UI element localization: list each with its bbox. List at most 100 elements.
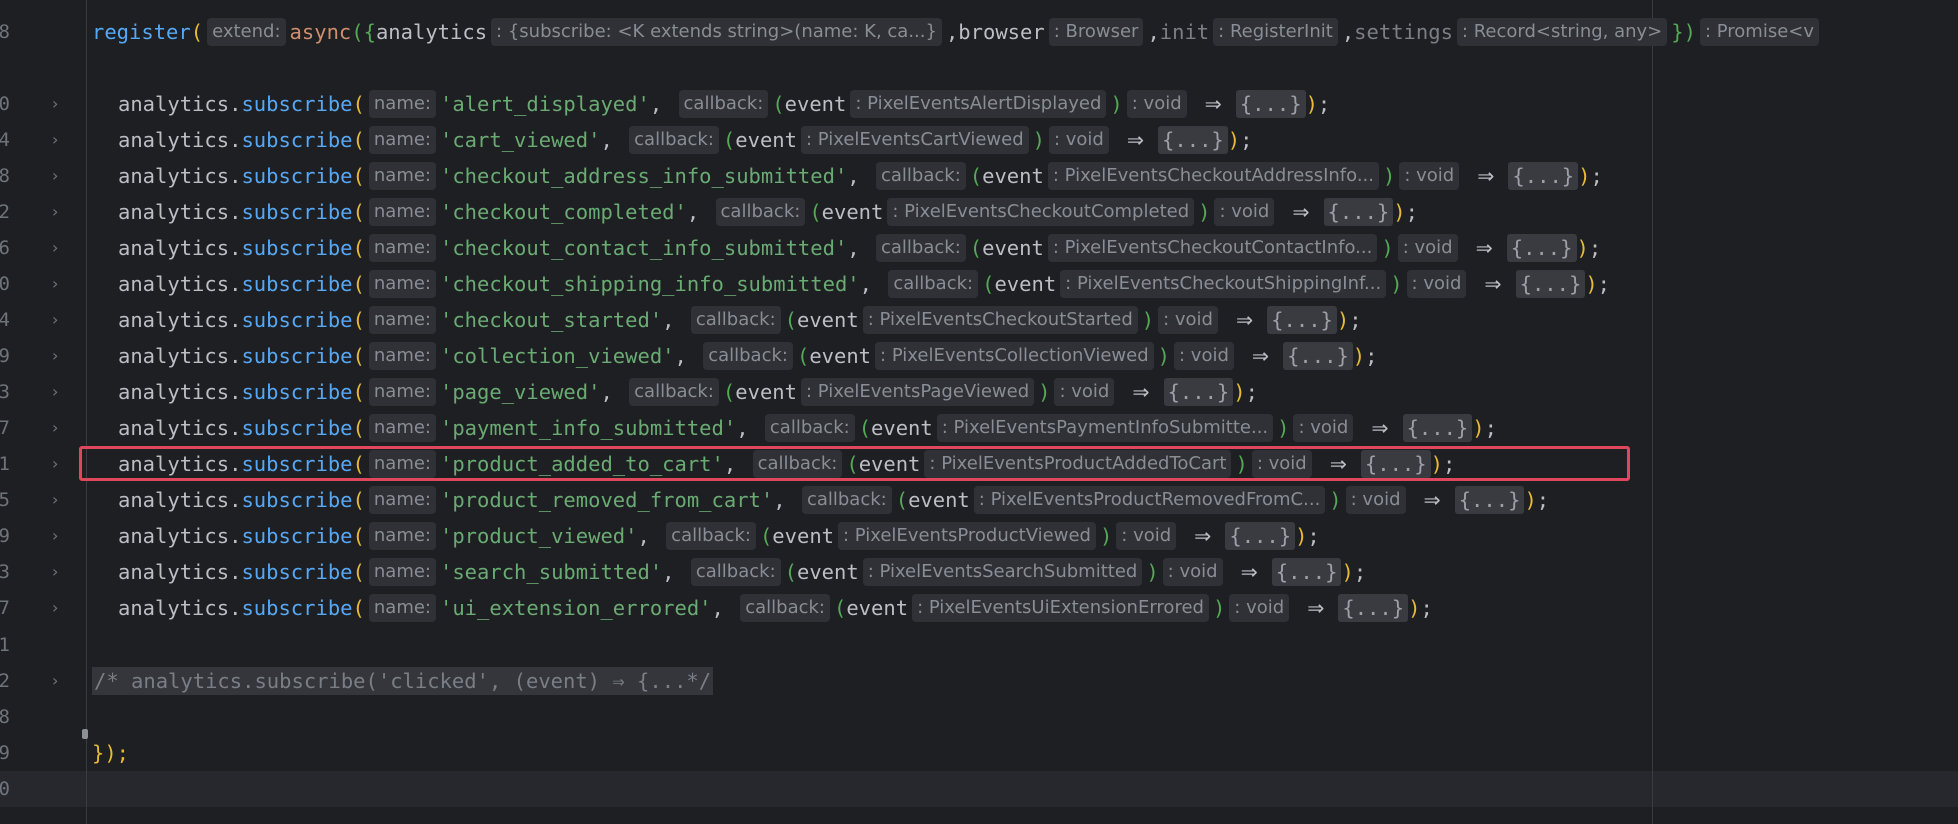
fold-chevron-icon[interactable]: ›: [52, 456, 66, 472]
subscribe-method[interactable]: subscribe: [241, 308, 352, 332]
subscribe-method[interactable]: subscribe: [241, 128, 352, 152]
code-line-blank[interactable]: 8: [0, 699, 1958, 735]
code-text[interactable]: register(extend: async ({analytics: {subs…: [92, 18, 1823, 46]
fold-chevron-icon[interactable]: ›: [52, 312, 66, 328]
function-name[interactable]: register: [92, 20, 191, 44]
analytics-object[interactable]: analytics: [118, 92, 229, 116]
event-name-string[interactable]: 'checkout_shipping_info_submitted': [440, 272, 860, 296]
code-text[interactable]: analytics. subscribe(name:'checkout_addre…: [118, 162, 1603, 190]
code-line-blank[interactable]: 1: [0, 627, 1958, 663]
code-line-subscribe[interactable]: 3 › analytics. subscribe(name:'page_viewed'…: [0, 374, 1958, 410]
code-line-subscribe[interactable]: 0 › analytics. subscribe(name:'alert_displa…: [0, 86, 1958, 122]
code-text[interactable]: analytics. subscribe(name:'checkout_start…: [118, 306, 1362, 334]
folded-body[interactable]: {...}: [1323, 198, 1394, 226]
folded-body[interactable]: {...}: [1283, 342, 1353, 370]
code-line-subscribe[interactable]: 2 › analytics. subscribe(name:'checkout_com…: [0, 194, 1958, 230]
code-line-comment[interactable]: 2 › /* analytics.subscribe('clicked', (e…: [0, 663, 1958, 699]
event-param[interactable]: event: [797, 560, 859, 584]
subscribe-method[interactable]: subscribe: [241, 452, 352, 476]
event-name-string[interactable]: 'product_added_to_cart': [440, 452, 724, 476]
code-line-subscribe[interactable]: 3 › analytics. subscribe(name:'search_submi…: [0, 554, 1958, 590]
event-param[interactable]: event: [772, 524, 834, 548]
folded-body[interactable]: {...}: [1506, 234, 1577, 262]
subscribe-method[interactable]: subscribe: [241, 596, 352, 620]
event-name-string[interactable]: 'page_viewed': [440, 380, 600, 404]
analytics-object[interactable]: analytics: [118, 128, 229, 152]
code-text[interactable]: analytics. subscribe(name:'checkout_compl…: [118, 198, 1418, 226]
folded-body[interactable]: {...}: [1515, 270, 1586, 298]
fold-chevron-icon[interactable]: ›: [52, 348, 66, 364]
code-line-subscribe[interactable]: 9 › analytics. subscribe(name:'product_view…: [0, 518, 1958, 554]
analytics-object[interactable]: analytics: [118, 272, 229, 296]
code-line-current[interactable]: 0: [0, 771, 1958, 807]
subscribe-method[interactable]: subscribe: [241, 164, 352, 188]
event-param[interactable]: event: [809, 344, 871, 368]
subscribe-method[interactable]: subscribe: [241, 92, 352, 116]
folded-body[interactable]: {...}: [1338, 594, 1409, 622]
fold-chevron-icon[interactable]: ›: [52, 240, 66, 256]
folded-body[interactable]: {...}: [1402, 414, 1473, 442]
event-name-string[interactable]: 'payment_info_submitted': [440, 416, 736, 440]
folded-body[interactable]: {...}: [1360, 450, 1431, 478]
code-text[interactable]: analytics. subscribe(name:'search_submitt…: [118, 558, 1366, 586]
event-param[interactable]: event: [982, 236, 1044, 260]
code-text[interactable]: analytics. subscribe(name:'product_viewed…: [118, 522, 1320, 550]
event-name-string[interactable]: 'cart_viewed': [440, 128, 600, 152]
param-analytics[interactable]: analytics: [376, 20, 487, 44]
analytics-object[interactable]: analytics: [118, 380, 229, 404]
folded-body[interactable]: {...}: [1163, 378, 1234, 406]
code-text[interactable]: analytics. subscribe(name:'checkout_conta…: [118, 234, 1601, 262]
subscribe-method[interactable]: subscribe: [241, 488, 352, 512]
event-param[interactable]: event: [908, 488, 970, 512]
event-name-string[interactable]: 'checkout_contact_info_submitted': [440, 236, 847, 260]
fold-chevron-icon[interactable]: ›: [52, 528, 66, 544]
fold-chevron-icon[interactable]: ›: [52, 132, 66, 148]
subscribe-method[interactable]: subscribe: [241, 236, 352, 260]
event-param[interactable]: event: [871, 416, 933, 440]
event-param[interactable]: event: [859, 452, 921, 476]
folded-body[interactable]: {...}: [1235, 90, 1306, 118]
code-line-subscribe[interactable]: 6 › analytics. subscribe(name:'checkout_con…: [0, 230, 1958, 266]
code-text[interactable]: analytics. subscribe(name:'ui_extension_e…: [118, 594, 1433, 622]
fold-chevron-icon[interactable]: ›: [52, 276, 66, 292]
code-text[interactable]: analytics. subscribe(name:'product_added_…: [118, 450, 1455, 478]
code-line-subscribe[interactable]: 4 › analytics. subscribe(name:'checkout_sta…: [0, 302, 1958, 338]
analytics-object[interactable]: analytics: [118, 344, 229, 368]
fold-chevron-icon[interactable]: ›: [52, 420, 66, 436]
subscribe-method[interactable]: subscribe: [241, 560, 352, 584]
fold-chevron-icon[interactable]: ›: [52, 384, 66, 400]
code-line-subscribe[interactable]: 9 › analytics. subscribe(name:'collection_v…: [0, 338, 1958, 374]
event-name-string[interactable]: 'ui_extension_errored': [440, 596, 712, 620]
event-param[interactable]: event: [982, 164, 1044, 188]
param-browser[interactable]: browser: [958, 20, 1044, 44]
folded-comment[interactable]: /* analytics.subscribe('clicked', (event…: [92, 667, 714, 695]
fold-chevron-icon[interactable]: ›: [52, 204, 66, 220]
event-name-string[interactable]: 'checkout_address_info_submitted': [440, 164, 847, 188]
subscribe-method[interactable]: subscribe: [241, 524, 352, 548]
param-settings[interactable]: settings: [1354, 20, 1453, 44]
subscribe-method[interactable]: subscribe: [241, 200, 352, 224]
subscribe-method[interactable]: subscribe: [241, 416, 352, 440]
code-line-subscribe[interactable]: 7 › analytics. subscribe(name:'payment_info…: [0, 410, 1958, 446]
subscribe-method[interactable]: subscribe: [241, 344, 352, 368]
folded-body[interactable]: {...}: [1454, 486, 1525, 514]
analytics-object[interactable]: analytics: [118, 596, 229, 620]
fold-chevron-icon[interactable]: ›: [52, 168, 66, 184]
code-text[interactable]: analytics. subscribe(name:'collection_vie…: [118, 342, 1377, 370]
event-name-string[interactable]: 'product_viewed': [440, 524, 637, 548]
code-text[interactable]: });: [92, 741, 129, 765]
code-text[interactable]: analytics. subscribe(name:'checkout_shipp…: [118, 270, 1610, 298]
code-text[interactable]: analytics. subscribe(name:'cart_viewed', …: [118, 126, 1252, 154]
code-line-subscribe[interactable]: 7 › analytics. subscribe(name:'ui_extension…: [0, 590, 1958, 626]
code-line-subscribe[interactable]: 0 › analytics. subscribe(name:'checkout_shi…: [0, 266, 1958, 302]
analytics-object[interactable]: analytics: [118, 452, 229, 476]
event-param[interactable]: event: [822, 200, 884, 224]
fold-chevron-icon[interactable]: ›: [52, 600, 66, 616]
analytics-object[interactable]: analytics: [118, 488, 229, 512]
event-param[interactable]: event: [846, 596, 908, 620]
event-name-string[interactable]: 'search_submitted': [440, 560, 662, 584]
event-param[interactable]: event: [735, 380, 797, 404]
code-text[interactable]: /* analytics.subscribe('clicked', (event…: [92, 667, 714, 695]
param-init[interactable]: init: [1160, 20, 1209, 44]
analytics-object[interactable]: analytics: [118, 308, 229, 332]
